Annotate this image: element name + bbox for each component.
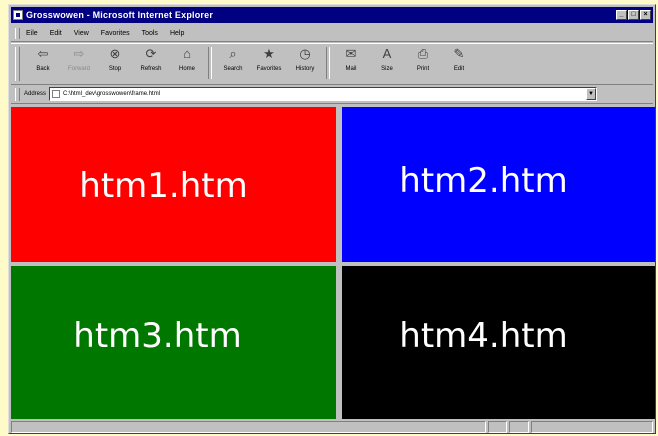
edit-icon: ✎	[453, 46, 465, 61]
frame-top-left[interactable]: htm1.htm	[11, 107, 336, 262]
frame-label: htm1.htm	[79, 165, 248, 206]
address-label: Address	[24, 91, 47, 97]
font-size-button[interactable]: A Size	[370, 44, 404, 82]
mail-button[interactable]: ✉ Mail	[334, 44, 368, 82]
back-button[interactable]: ⇦ Back	[26, 44, 60, 82]
title-bar[interactable]: Grosswowen - Microsoft Internet Explorer…	[11, 7, 653, 23]
window-title: Grosswowen - Microsoft Internet Explorer	[26, 10, 214, 20]
close-button[interactable]: ×	[640, 10, 651, 20]
refresh-button[interactable]: ⟳ Refresh	[134, 44, 168, 82]
status-zone-pane	[531, 421, 653, 433]
address-grip-handle[interactable]	[15, 87, 20, 101]
address-input[interactable]: C:\html_dev\grosswowen\frame.html ▼	[49, 87, 598, 101]
menu-tools[interactable]: Tools	[142, 30, 158, 37]
frame-label: htm3.htm	[73, 315, 242, 356]
frameset-content: htm1.htm htm2.htm htm3.htm htm4.htm	[11, 107, 655, 419]
status-bar	[11, 421, 653, 433]
menu-bar: Eile Edit View Favorites Tools Help	[11, 26, 653, 42]
page-icon	[52, 90, 61, 98]
browser-window: Grosswowen - Microsoft Internet Explorer…	[8, 4, 656, 434]
menu-grip-handle[interactable]	[15, 28, 20, 39]
status-text-pane	[11, 421, 486, 433]
frame-bottom-left[interactable]: htm3.htm	[11, 266, 336, 419]
favorites-button[interactable]: ★ Favorites	[252, 44, 286, 82]
stop-icon: ⊗	[109, 46, 121, 61]
favorites-icon: ★	[263, 46, 275, 61]
menu-help[interactable]: Help	[170, 30, 184, 37]
forward-arrow-icon: ⇨	[73, 46, 85, 61]
refresh-icon: ⟳	[145, 46, 157, 61]
back-arrow-icon: ⇦	[37, 46, 49, 61]
maximize-button[interactable]: □	[628, 10, 639, 20]
menu-view[interactable]: View	[74, 30, 89, 37]
address-bar: Address C:\html_dev\grosswowen\frame.htm…	[11, 85, 653, 104]
frame-bottom-right[interactable]: htm4.htm	[342, 266, 655, 419]
edit-button[interactable]: ✎ Edit	[442, 44, 476, 82]
menu-favorites[interactable]: Favorites	[101, 30, 130, 37]
frame-top-right[interactable]: htm2.htm	[342, 107, 655, 262]
font-size-icon: A	[382, 46, 392, 61]
ie-app-icon	[13, 10, 23, 20]
forward-button[interactable]: ⇨ Forward	[62, 44, 96, 82]
toolbar-separator	[208, 47, 212, 79]
status-progress-pane	[487, 421, 508, 433]
menu-edit[interactable]: Edit	[50, 30, 62, 37]
history-button[interactable]: ◷ History	[288, 44, 322, 82]
minimize-button[interactable]: _	[616, 10, 627, 20]
search-icon: ⌕	[229, 46, 237, 61]
print-icon: ⎙	[417, 46, 429, 61]
status-security-pane	[509, 421, 530, 433]
title-buttons: _ □ ×	[616, 10, 651, 20]
home-button[interactable]: ⌂ Home	[170, 44, 204, 82]
menu-file[interactable]: Eile	[26, 30, 38, 37]
frame-label: htm4.htm	[399, 315, 568, 356]
stop-button[interactable]: ⊗ Stop	[98, 44, 132, 82]
address-dropdown-button[interactable]: ▼	[586, 88, 597, 100]
address-value[interactable]: C:\html_dev\grosswowen\frame.html	[63, 91, 586, 97]
frame-label: htm2.htm	[399, 160, 568, 201]
mail-icon: ✉	[345, 46, 357, 61]
history-icon: ◷	[299, 46, 311, 61]
chevron-down-icon: ▼	[588, 91, 594, 97]
search-button[interactable]: ⌕ Search	[216, 44, 250, 82]
toolbar-grip-handle[interactable]	[15, 47, 20, 81]
home-icon: ⌂	[183, 46, 191, 61]
print-button[interactable]: ⎙ Print	[406, 44, 440, 82]
toolbar-separator	[326, 47, 330, 79]
standard-toolbar: ⇦ Back ⇨ Forward ⊗ Stop ⟳ Refresh ⌂ Home…	[11, 43, 653, 85]
